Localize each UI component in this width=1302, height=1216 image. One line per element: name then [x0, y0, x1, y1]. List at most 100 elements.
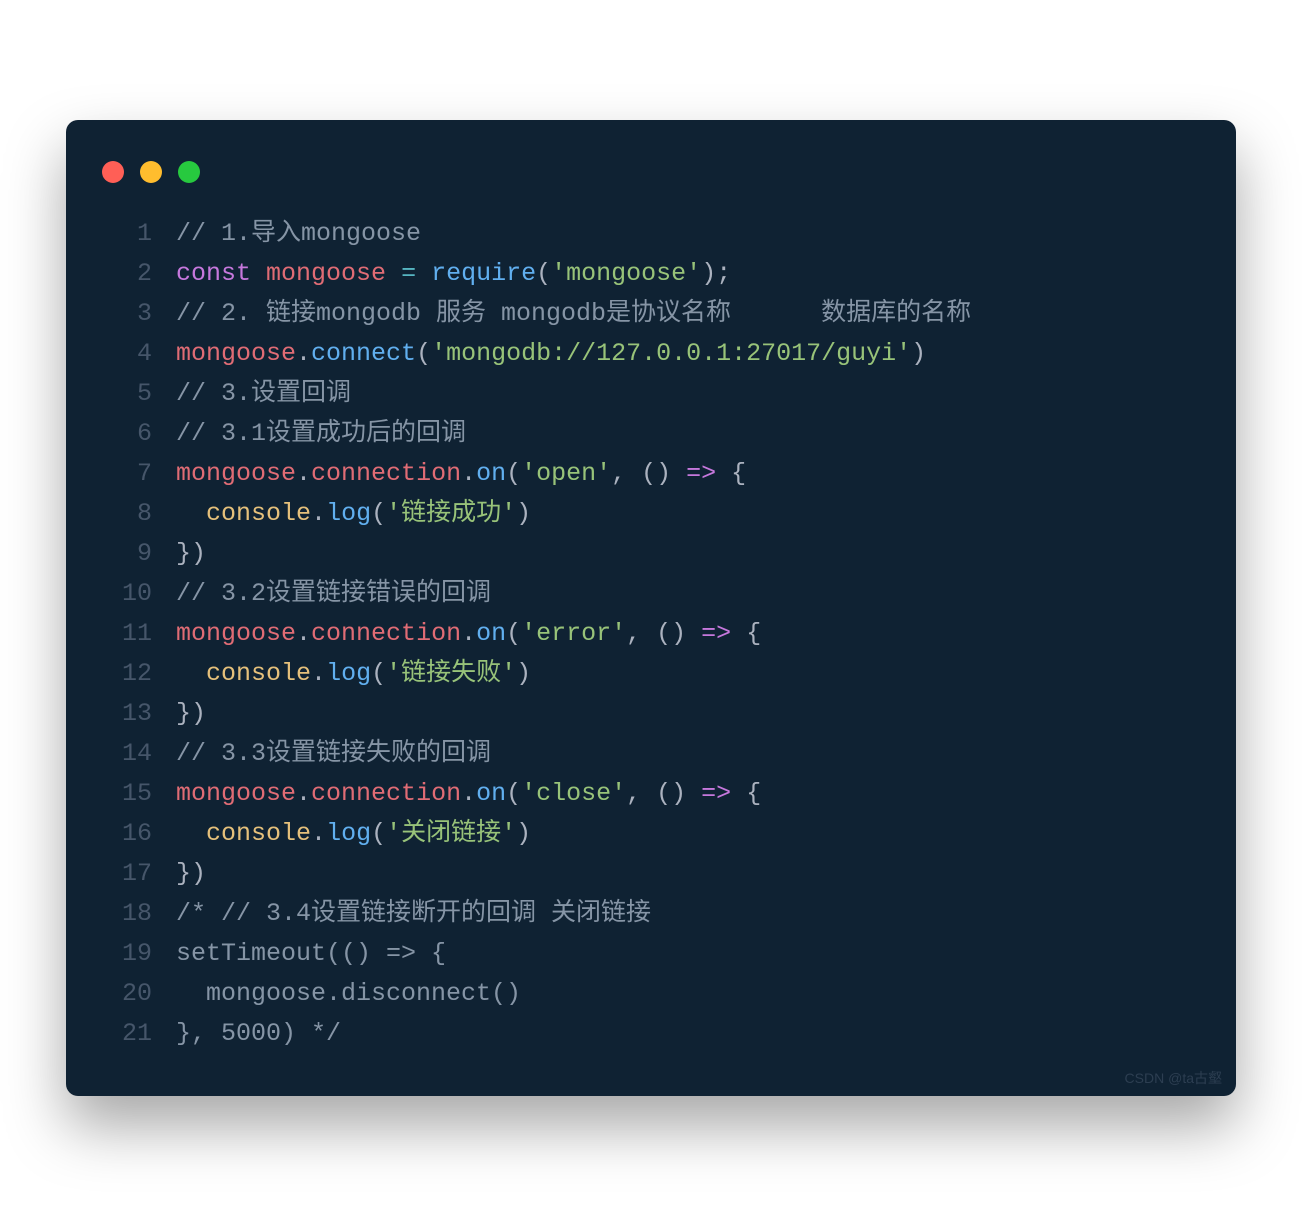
code-token: 'mongoose'	[551, 259, 701, 288]
line-content: mongoose.connect('mongodb://127.0.0.1:27…	[176, 334, 1196, 374]
code-token: mongoose	[176, 779, 296, 808]
line-content: setTimeout(() => {	[176, 934, 1196, 974]
code-token: .	[296, 619, 311, 648]
code-token: })	[176, 859, 206, 888]
line-content: // 3.设置回调	[176, 374, 1196, 414]
line-number: 8	[86, 494, 176, 534]
code-window: 1// 1.导入mongoose2const mongoose = requir…	[66, 120, 1236, 1096]
titlebar	[66, 148, 1236, 196]
line-content: }, 5000) */	[176, 1014, 1196, 1054]
code-token: mongoose	[176, 619, 296, 648]
code-line: 9})	[86, 534, 1196, 574]
code-token: '链接成功'	[386, 499, 516, 528]
line-content: console.log('关闭链接')	[176, 814, 1196, 854]
code-token: 'open'	[521, 459, 611, 488]
line-number: 12	[86, 654, 176, 694]
code-token: /* // 3.4设置链接断开的回调 关闭链接	[176, 899, 651, 928]
line-number: 13	[86, 694, 176, 734]
code-line: 21}, 5000) */	[86, 1014, 1196, 1054]
code-token: connection	[311, 779, 461, 808]
code-line: 13})	[86, 694, 1196, 734]
code-token: // 3.3设置链接失败的回调	[176, 739, 491, 768]
code-line: 6// 3.1设置成功后的回调	[86, 414, 1196, 454]
code-line: 14// 3.3设置链接失败的回调	[86, 734, 1196, 774]
line-content: /* // 3.4设置链接断开的回调 关闭链接	[176, 894, 1196, 934]
line-number: 2	[86, 254, 176, 294]
code-token: {	[731, 779, 761, 808]
code-line: 1// 1.导入mongoose	[86, 214, 1196, 254]
code-line: 7mongoose.connection.on('open', () => {	[86, 454, 1196, 494]
code-token: .	[461, 619, 476, 648]
code-line: 11mongoose.connection.on('error', () => …	[86, 614, 1196, 654]
line-content: // 3.2设置链接错误的回调	[176, 574, 1196, 614]
line-content: mongoose.connection.on('error', () => {	[176, 614, 1196, 654]
code-token: '关闭链接'	[386, 819, 516, 848]
close-dot[interactable]	[102, 161, 124, 183]
line-content: // 2. 链接mongodb 服务 mongodb是协议名称 数据库的名称	[176, 294, 1196, 334]
code-token: .	[311, 499, 326, 528]
code-token: (	[371, 659, 386, 688]
line-content: // 3.1设置成功后的回调	[176, 414, 1196, 454]
code-token: mongoose	[266, 259, 386, 288]
code-token: .	[311, 819, 326, 848]
code-token	[416, 259, 431, 288]
code-token: .	[311, 659, 326, 688]
code-token: log	[326, 819, 371, 848]
watermark: CSDN @ta古壑	[1125, 1068, 1222, 1088]
code-token: (	[506, 779, 521, 808]
code-token: );	[701, 259, 731, 288]
code-token: =	[401, 259, 416, 288]
code-token	[251, 259, 266, 288]
code-token: // 1.导入mongoose	[176, 219, 421, 248]
code-token: mongoose.disconnect()	[176, 979, 521, 1008]
line-number: 7	[86, 454, 176, 494]
code-token	[176, 659, 206, 688]
line-content: console.log('链接失败')	[176, 654, 1196, 694]
code-token: .	[296, 339, 311, 368]
code-token: 'error'	[521, 619, 626, 648]
code-token: setTimeout(() => {	[176, 939, 446, 968]
code-token: // 3.2设置链接错误的回调	[176, 579, 491, 608]
code-token: (	[371, 819, 386, 848]
code-token: (	[416, 339, 431, 368]
code-token: (	[506, 459, 521, 488]
line-number: 4	[86, 334, 176, 374]
code-token: log	[326, 659, 371, 688]
code-token: , ()	[611, 459, 686, 488]
code-token: connection	[311, 619, 461, 648]
code-token: , ()	[626, 619, 701, 648]
code-line: 18/* // 3.4设置链接断开的回调 关闭链接	[86, 894, 1196, 934]
code-token: .	[296, 459, 311, 488]
code-token: =>	[701, 619, 731, 648]
line-number: 19	[86, 934, 176, 974]
line-content: mongoose.disconnect()	[176, 974, 1196, 1014]
code-token: mongoose	[176, 459, 296, 488]
line-content: })	[176, 534, 1196, 574]
code-token: console	[206, 819, 311, 848]
code-token	[176, 819, 206, 848]
line-number: 16	[86, 814, 176, 854]
zoom-dot[interactable]	[178, 161, 200, 183]
code-token: .	[296, 779, 311, 808]
code-token: .	[461, 459, 476, 488]
line-number: 21	[86, 1014, 176, 1054]
code-line: 2const mongoose = require('mongoose');	[86, 254, 1196, 294]
minimize-dot[interactable]	[140, 161, 162, 183]
code-token: , ()	[626, 779, 701, 808]
code-line: 19setTimeout(() => {	[86, 934, 1196, 974]
code-token: )	[911, 339, 926, 368]
code-token: console	[206, 499, 311, 528]
line-number: 6	[86, 414, 176, 454]
code-token: (	[506, 619, 521, 648]
code-token	[176, 499, 206, 528]
code-line: 4mongoose.connect('mongodb://127.0.0.1:2…	[86, 334, 1196, 374]
code-area: 1// 1.导入mongoose2const mongoose = requir…	[66, 196, 1236, 1054]
code-token: console	[206, 659, 311, 688]
code-line: 5// 3.设置回调	[86, 374, 1196, 414]
code-token: require	[431, 259, 536, 288]
code-token: .	[461, 779, 476, 808]
code-line: 12 console.log('链接失败')	[86, 654, 1196, 694]
code-line: 10// 3.2设置链接错误的回调	[86, 574, 1196, 614]
code-token: mongoose	[176, 339, 296, 368]
line-content: // 3.3设置链接失败的回调	[176, 734, 1196, 774]
